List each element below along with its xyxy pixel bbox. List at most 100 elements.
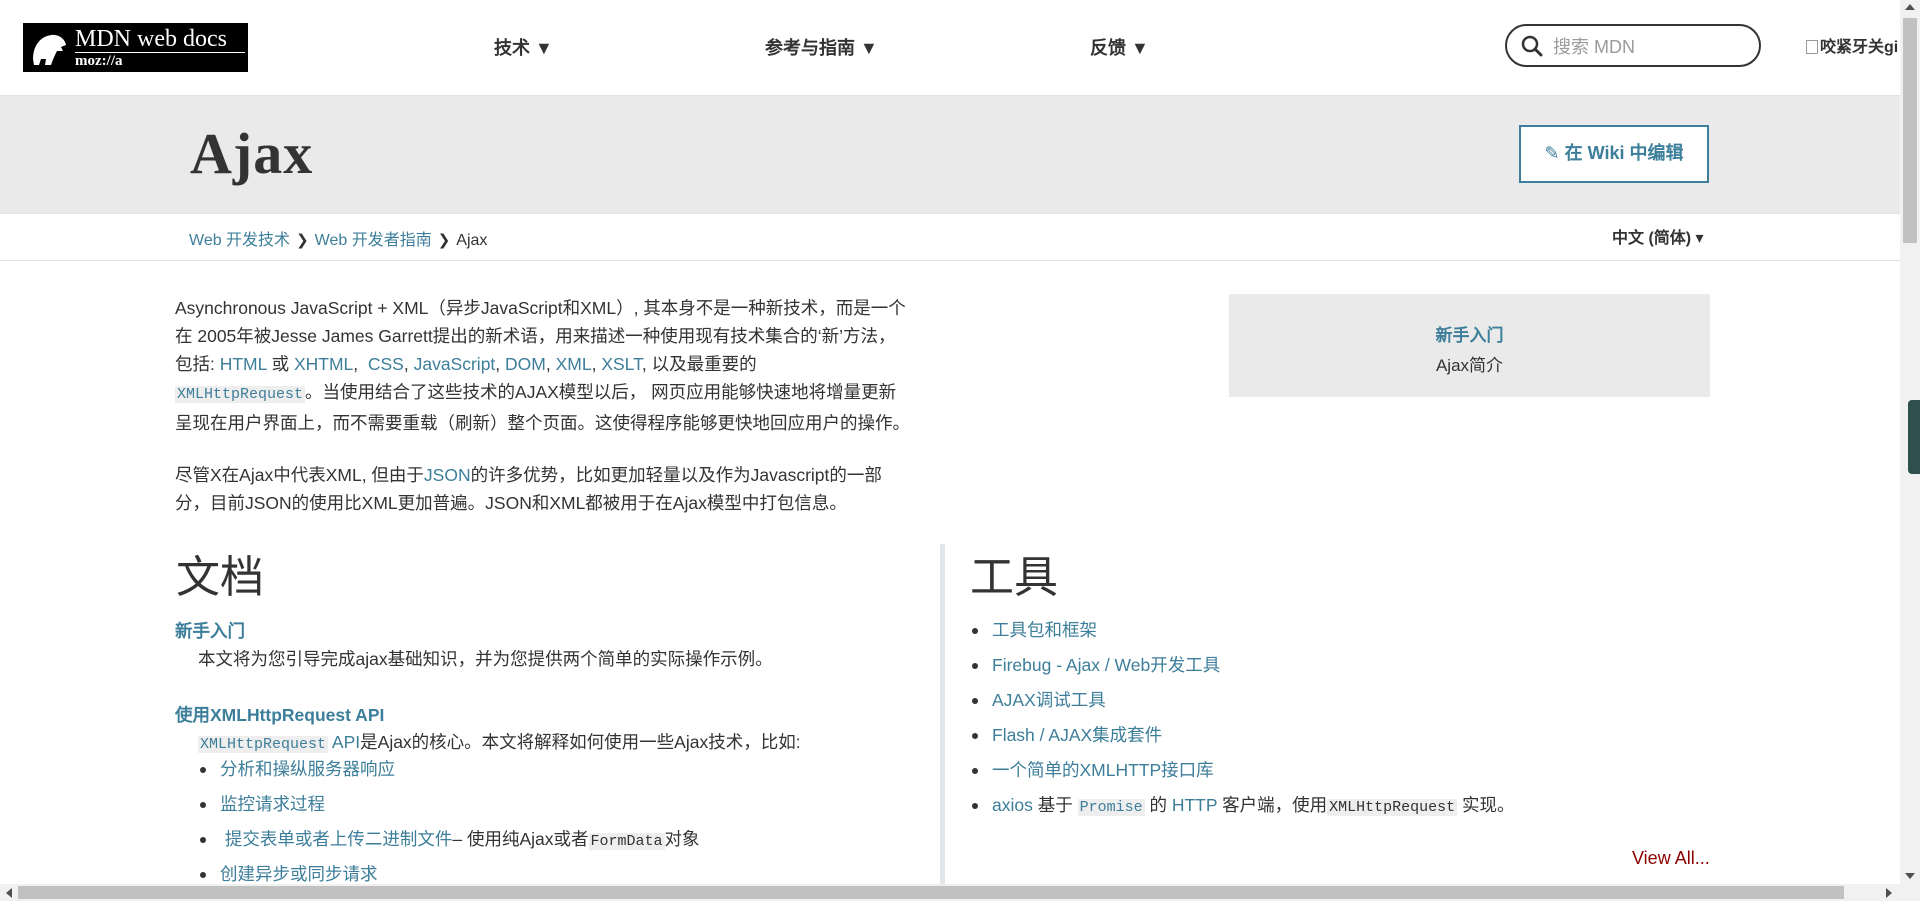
link-xmlhttprequest[interactable]: XMLHttpRequest (175, 386, 306, 403)
link-xml[interactable]: XML (556, 354, 592, 374)
link-sync-async[interactable]: 创建异步或同步请求 (220, 864, 378, 884)
link-json[interactable]: JSON (424, 465, 471, 485)
list-item: AJAX调试工具 (972, 687, 1515, 722)
list-item: Flash / AJAX集成套件 (972, 722, 1515, 757)
text: 基于 (1032, 795, 1078, 815)
scroll-down-icon[interactable] (1905, 873, 1915, 879)
title-band: Ajax ✎ 在 Wiki 中编辑 (0, 96, 1900, 213)
intro-line: 包括: HTML 或 XHTML, CSS, JavaScript, DOM, … (175, 354, 757, 374)
link-ajax-debug[interactable]: AJAX调试工具 (992, 690, 1106, 710)
text: 。当使用结合了这些技术的AJAX模型以后， 网页应用能够快速地将增量更新 (305, 382, 897, 402)
tools-heading: 工具 (970, 553, 1058, 602)
horizontal-scroll-thumb[interactable] (18, 886, 1844, 899)
user-avatar[interactable]: 咬紧牙关gi (1806, 33, 1900, 57)
link-dom[interactable]: DOM (505, 354, 546, 374)
view-all-link[interactable]: View All... (1632, 848, 1710, 869)
link-firebug[interactable]: Firebug - Ajax / Web开发工具 (992, 655, 1220, 675)
breadcrumb: Web 开发技术 ❯ Web 开发者指南 ❯ Ajax (189, 226, 487, 250)
link-flash-ajax[interactable]: Flash / AJAX集成套件 (992, 725, 1162, 745)
link-http[interactable]: HTTP (1172, 795, 1217, 815)
getting-started-box: 新手入门 Ajax简介 (1229, 294, 1710, 397)
link-xhtml[interactable]: XHTML (294, 354, 353, 374)
link-toolkits[interactable]: 工具包和框架 (992, 620, 1097, 640)
tools-list: 工具包和框架 Firebug - Ajax / Web开发工具 AJAX调试工具… (972, 617, 1515, 827)
intro-line: 分，目前JSON的使用比XML更加普遍。JSON和XML都被用于在Ajax模型中… (175, 493, 847, 513)
edit-in-wiki-button[interactable]: ✎ 在 Wiki 中编辑 (1519, 125, 1709, 183)
horizontal-scrollbar[interactable] (0, 884, 1900, 901)
doc-using-xhr-desc: XMLHttpRequest API是Ajax的核心。本文将解释如何使用一些Aj… (198, 729, 801, 754)
intro-line: Asynchronous JavaScript + XML（异步JavaScri… (175, 298, 906, 318)
text: , 以及最重要的 (641, 354, 757, 374)
list-item: 提交表单或者上传二进制文件– 使用纯Ajax或者 FormData 对象 (200, 826, 700, 861)
side-widget-tab[interactable] (1908, 400, 1920, 474)
page-title: Ajax (190, 121, 314, 186)
language-selector[interactable]: 中文 (简体) ▾ (1612, 224, 1704, 248)
link-xslt[interactable]: XSLT (601, 354, 642, 374)
breadcrumb-current: Ajax (456, 232, 488, 249)
link-xmlhttp-lib[interactable]: 一个简单的XMLHTTP接口库 (992, 760, 1214, 780)
vertical-scroll-thumb[interactable] (1903, 18, 1917, 243)
doc-getting-started-link[interactable]: 新手入门 (175, 618, 245, 643)
text: 对象 (664, 829, 700, 849)
link-xmlhttprequest[interactable]: XMLHttpRequest (198, 736, 329, 753)
scroll-left-icon[interactable] (6, 888, 12, 898)
text: – 使用纯Ajax或者 (452, 829, 589, 849)
link-javascript[interactable]: JavaScript (414, 354, 496, 374)
link-promise[interactable]: Promise (1077, 799, 1145, 816)
doc-using-xhr-link[interactable]: 使用XMLHttpRequest API (175, 702, 384, 727)
doc-getting-started-desc: 本文将为您引导完成ajax基础知识，并为您提供两个简单的实际操作示例。 (198, 649, 773, 669)
breadcrumb-bar: Web 开发技术 ❯ Web 开发者指南 ❯ Ajax 中文 (简体) ▾ (0, 213, 1900, 261)
intro-line: 在 2005年被Jesse James Garrett提出的新术语，用来描述一种… (175, 326, 896, 346)
breadcrumb-web-tech[interactable]: Web 开发技术 (189, 232, 290, 249)
dinosaur-icon (33, 34, 66, 65)
text: 实现。 (1457, 795, 1515, 815)
chevron-right-icon: ❯ (437, 232, 451, 249)
nav-references-guides[interactable]: 参考与指南 ▼ (765, 34, 878, 60)
search-icon (1521, 35, 1543, 57)
nav-technologies[interactable]: 技术 ▼ (494, 34, 553, 60)
chevron-right-icon: ❯ (296, 232, 309, 249)
intro-paragraph-1: Asynchronous JavaScript + XML（异步JavaScri… (175, 294, 935, 437)
breadcrumb-web-guide[interactable]: Web 开发者指南 (315, 232, 432, 249)
code-formdata: FormData (588, 833, 665, 850)
link-axios[interactable]: axios (992, 795, 1033, 815)
search-input[interactable] (1551, 34, 1745, 60)
getting-started-sub: Ajax简介 (1435, 356, 1504, 375)
text: 尽管X在Ajax中代表XML, 但由于 (175, 465, 424, 485)
intro-line: 呈现在用户界面上，而不需要重载（刷新）整个页面。这使得程序能够更快地回应用户的操… (175, 413, 910, 433)
broken-image-icon (1806, 40, 1818, 54)
doc-xhr-topics-list: 分析和操纵服务器响应 监控请求过程 提交表单或者上传二进制文件– 使用纯Ajax… (200, 756, 700, 896)
scroll-right-icon[interactable] (1886, 888, 1892, 898)
list-item: 监控请求过程 (200, 791, 700, 826)
intro-line: XMLHttpRequest 。当使用结合了这些技术的AJAX模型以后， 网页应用… (175, 378, 935, 409)
docs-heading: 文档 (176, 553, 264, 602)
list-item: 一个简单的XMLHTTP接口库 (972, 757, 1515, 792)
getting-started-link[interactable]: 新手入门 (1229, 321, 1710, 346)
logo-mozilla: moz://a (75, 53, 123, 69)
list-item: axios 基于 Promise 的 HTTP 客户端，使用 XMLHttpReq… (972, 792, 1515, 827)
search-box[interactable] (1505, 24, 1761, 67)
mdn-logo[interactable]: MDN web docs moz://a (23, 23, 248, 72)
link-monitor-progress[interactable]: 监控请求过程 (220, 794, 325, 814)
pencil-icon: ✎ (1544, 143, 1560, 163)
code-xmlhttprequest: XMLHttpRequest (1327, 799, 1458, 816)
nav-feedback[interactable]: 反馈 ▼ (1090, 34, 1149, 60)
intro-paragraph-2: 尽管X在Ajax中代表XML, 但由于JSON的许多优势，比如更加轻量以及作为J… (175, 461, 935, 517)
link-html[interactable]: HTML (220, 354, 267, 374)
link-api[interactable]: API (328, 732, 360, 752)
list-item: Firebug - Ajax / Web开发工具 (972, 652, 1515, 687)
text: 包括: (175, 354, 220, 374)
avatar-alt-text: 咬紧牙关gi (1820, 39, 1899, 56)
logo-title: MDN web docs (75, 26, 227, 52)
text: 的许多优势，比如更加轻量以及作为Javascript的一部 (470, 465, 882, 485)
link-submit-forms[interactable]: 提交表单或者上传二进制文件 (225, 829, 453, 849)
link-css[interactable]: CSS (368, 354, 404, 374)
site-header: MDN web docs moz://a 技术 ▼ 参考与指南 ▼ 反馈 ▼ 咬… (0, 0, 1900, 96)
list-item: 分析和操纵服务器响应 (200, 756, 700, 791)
link-analyze-response[interactable]: 分析和操纵服务器响应 (220, 759, 395, 779)
edit-in-wiki-label: 在 Wiki 中编辑 (1564, 143, 1684, 163)
text: 的 (1144, 795, 1172, 815)
scroll-up-icon[interactable] (1905, 4, 1915, 10)
list-item: 工具包和框架 (972, 617, 1515, 652)
intro-line: 尽管X在Ajax中代表XML, 但由于JSON的许多优势，比如更加轻量以及作为J… (175, 461, 935, 489)
